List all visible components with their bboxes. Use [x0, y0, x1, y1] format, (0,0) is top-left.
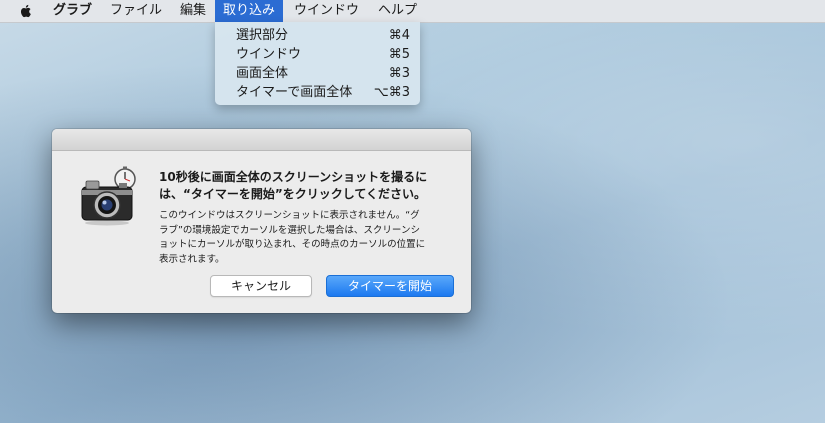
menu-item-label: 画面全体 — [236, 66, 289, 81]
menu-help[interactable]: ヘルプ — [370, 0, 425, 22]
menu-item-label: タイマーで画面全体 — [236, 85, 353, 100]
dialog-message-line: ラブ”の環境設定でカーソルを選択した場合は、スクリーンシ — [159, 224, 420, 236]
dialog-message-line: このウインドウはスクリーンショットに表示されません。“グ — [159, 210, 420, 221]
menu-window[interactable]: ウインドウ — [286, 0, 367, 22]
start-timer-button[interactable]: タイマーを開始 — [326, 275, 454, 297]
menu-edit[interactable]: 編集 — [172, 0, 214, 22]
menu-item-timed-screen[interactable]: タイマーで画面全体 ⌥⌘3 — [215, 83, 420, 102]
menu-item-label: 選択部分 — [236, 28, 289, 43]
menu-item-shortcut: ⌘3 — [388, 66, 410, 81]
menu-item-screen[interactable]: 画面全体 ⌘3 — [215, 64, 420, 83]
dialog-message-line: 表示されます。 — [159, 253, 225, 265]
timer-dialog: 10秒後に画面全体のスクリーンショットを撮るに は、“タイマーを開始”をクリック… — [52, 129, 471, 313]
dialog-heading: 10秒後に画面全体のスクリーンショットを撮るに は、“タイマーを開始”をクリック… — [159, 169, 459, 203]
capture-menu-dropdown: 選択部分 ⌘4 ウインドウ ⌘5 画面全体 ⌘3 タイマーで画面全体 ⌥⌘3 — [215, 22, 420, 105]
dialog-heading-line: 10秒後に画面全体のスクリーンショットを撮るに — [159, 170, 428, 184]
apple-icon[interactable] — [18, 3, 34, 19]
cancel-button[interactable]: キャンセル — [210, 275, 312, 297]
menu-file[interactable]: ファイル — [102, 0, 170, 22]
menu-bar: グラブ ファイル 編集 取り込み ウインドウ ヘルプ — [0, 0, 825, 23]
menu-item-shortcut: ⌘5 — [388, 47, 410, 62]
dialog-heading-line: は、“タイマーを開始”をクリックしてください。 — [159, 187, 427, 201]
dialog-message-line: ョットにカーソルが取り込まれ、その時点のカーソルの位置に — [159, 239, 426, 250]
menu-item-label: ウインドウ — [236, 47, 302, 62]
dialog-message: このウインドウはスクリーンショットに表示されません。“グ ラブ”の環境設定でカー… — [159, 209, 454, 267]
menu-item-shortcut: ⌘4 — [388, 28, 410, 43]
menu-capture[interactable]: 取り込み — [215, 0, 284, 22]
menu-item-shortcut: ⌥⌘3 — [373, 85, 410, 100]
menu-grab[interactable]: グラブ — [45, 0, 100, 22]
menu-item-selection[interactable]: 選択部分 ⌘4 — [215, 26, 420, 45]
menu-item-window[interactable]: ウインドウ ⌘5 — [215, 45, 420, 64]
camera-timer-icon — [81, 166, 136, 226]
dialog-titlebar[interactable] — [52, 129, 471, 151]
